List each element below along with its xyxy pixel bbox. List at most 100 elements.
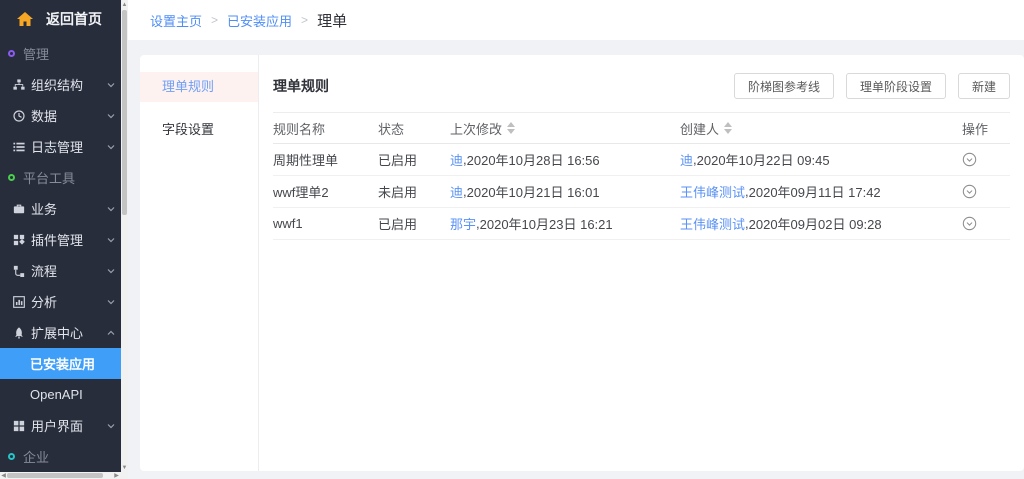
- cell-last-modified: 迪, 2020年10月21日 16:01: [450, 182, 680, 201]
- cell-status: 未启用: [378, 182, 450, 201]
- creator-user-link[interactable]: 王伟峰测试: [680, 214, 745, 233]
- step-chart-reference-line-button[interactable]: 阶梯图参考线: [734, 73, 834, 99]
- sidebar-vertical-scrollbar[interactable]: ▲ ▼: [121, 0, 128, 472]
- breadcrumb-current: 理单: [317, 10, 347, 31]
- lidan-stage-settings-button[interactable]: 理单阶段设置: [846, 73, 946, 99]
- sidebar-item-extension-center[interactable]: 扩展中心: [0, 317, 121, 348]
- content-card: 理单规则 字段设置 理单规则 阶梯图参考线 理单阶段设置 新建: [140, 55, 1024, 471]
- cell-rule-name: 周期性理单: [273, 150, 378, 169]
- creator-user-link[interactable]: 王伟峰测试: [680, 182, 745, 201]
- sidebar-section-label: 企业: [23, 447, 49, 466]
- chevron-down-icon: [107, 268, 115, 273]
- org-icon: [13, 79, 25, 91]
- sidebar-item-label: 数据: [31, 106, 57, 125]
- column-header-creator: 创建人: [680, 119, 962, 138]
- breadcrumb-link-installed-apps[interactable]: 已安装应用: [227, 11, 292, 30]
- sidebar-subitem-installed-apps[interactable]: 已安装应用: [0, 348, 121, 379]
- sidebar-item-log-management[interactable]: 日志管理: [0, 131, 121, 162]
- sidebar-scroll-region: 返回首页 管理 组织结构 数据: [0, 0, 128, 472]
- sort-toggle-icon[interactable]: [724, 122, 732, 134]
- breadcrumb: 设置主页 > 已安装应用 > 理单: [128, 0, 1024, 40]
- table-row: 周期性理单 已启用 迪, 2020年10月28日 16:56 迪, 2020年1…: [273, 144, 1010, 176]
- table-row: wwf1 已启用 那宇, 2020年10月23日 16:21 王伟峰测试, 20…: [273, 208, 1010, 240]
- down-circle-icon[interactable]: [962, 184, 977, 199]
- panel-title: 理单规则: [273, 76, 329, 96]
- sidebar-section-label: 平台工具: [23, 168, 75, 187]
- down-circle-icon[interactable]: [962, 152, 977, 167]
- sidebar-item-user-interface[interactable]: 用户界面: [0, 410, 121, 441]
- sidebar-subitem-openapi[interactable]: OpenAPI: [0, 379, 121, 410]
- submenu-item-field-settings[interactable]: 字段设置: [140, 115, 258, 145]
- scroll-left-arrow-icon[interactable]: ◀: [0, 472, 7, 479]
- column-header-actions: 操作: [962, 119, 1010, 138]
- sidebar: 返回首页 管理 组织结构 数据: [0, 0, 128, 479]
- settings-submenu: 理单规则 字段设置: [140, 55, 259, 471]
- sidebar-section-label: 管理: [23, 44, 49, 63]
- sidebar-item-analysis[interactable]: 分析: [0, 286, 121, 317]
- content-background: 理单规则 字段设置 理单规则 阶梯图参考线 理单阶段设置 新建: [128, 40, 1024, 479]
- sidebar-subitem-label: OpenAPI: [30, 387, 83, 402]
- sidebar-item-plugin-management[interactable]: 插件管理: [0, 224, 121, 255]
- flow-icon: [13, 265, 25, 277]
- sidebar-item-label: 组织结构: [31, 75, 83, 94]
- created-date: 2020年09月11日 17:42: [749, 182, 881, 201]
- breadcrumb-link-settings-home[interactable]: 设置主页: [150, 11, 202, 30]
- analysis-icon: [13, 296, 25, 308]
- sidebar-item-org-structure[interactable]: 组织结构: [0, 69, 121, 100]
- sidebar-item-label: 插件管理: [31, 230, 83, 249]
- cell-status: 已启用: [378, 150, 450, 169]
- cell-actions: [962, 152, 1010, 167]
- modified-by-user-link[interactable]: 那宇: [450, 214, 476, 233]
- sort-toggle-icon[interactable]: [507, 122, 515, 134]
- sidebar-item-label: 扩展中心: [31, 323, 83, 342]
- plugin-icon: [13, 234, 25, 246]
- sidebar-horizontal-scrollbar[interactable]: ◀ ▶: [0, 472, 128, 479]
- sidebar-section-manage: 管理: [0, 38, 121, 69]
- cell-rule-name: wwf1: [273, 216, 378, 231]
- sidebar-item-home[interactable]: 返回首页: [0, 0, 121, 38]
- sidebar-item-label: 用户界面: [31, 416, 83, 435]
- cell-creator: 王伟峰测试, 2020年09月11日 17:42: [680, 182, 962, 201]
- modified-date: 2020年10月23日 16:21: [480, 214, 613, 233]
- breadcrumb-separator: >: [211, 13, 218, 27]
- sidebar-item-data[interactable]: 数据: [0, 100, 121, 131]
- created-date: 2020年10月22日 09:45: [697, 150, 830, 169]
- scroll-up-arrow-icon[interactable]: ▲: [121, 0, 128, 9]
- sidebar-item-label: 分析: [31, 292, 57, 311]
- creator-user-link[interactable]: 迪: [680, 150, 693, 169]
- ui-icon: [13, 420, 25, 432]
- sidebar-subitem-label: 已安装应用: [30, 354, 95, 373]
- app-window: 返回首页 管理 组织结构 数据: [0, 0, 1024, 479]
- chevron-down-icon: [107, 206, 115, 211]
- cell-actions: [962, 184, 1010, 199]
- chevron-down-icon: [107, 237, 115, 242]
- down-circle-icon[interactable]: [962, 216, 977, 231]
- section-ring-icon: [8, 453, 15, 460]
- modified-by-user-link[interactable]: 迪: [450, 150, 463, 169]
- sidebar-item-label: 业务: [31, 199, 57, 218]
- modified-by-user-link[interactable]: 迪: [450, 182, 463, 201]
- sidebar-section-enterprise: 企业: [0, 441, 121, 472]
- business-icon: [13, 203, 25, 215]
- scroll-down-arrow-icon[interactable]: ▼: [121, 463, 128, 472]
- sidebar-home-label: 返回首页: [46, 9, 102, 29]
- submenu-item-lidan-rules[interactable]: 理单规则: [140, 72, 258, 102]
- horizontal-scroll-thumb[interactable]: [7, 473, 103, 478]
- modified-date: 2020年10月28日 16:56: [467, 150, 600, 169]
- rules-table: 规则名称 状态 上次修改 创建人 操作: [273, 112, 1010, 240]
- cell-last-modified: 那宇, 2020年10月23日 16:21: [450, 214, 680, 233]
- scroll-right-arrow-icon[interactable]: ▶: [113, 472, 120, 479]
- table-header-row: 规则名称 状态 上次修改 创建人 操作: [273, 112, 1010, 144]
- panel-toolbar: 理单规则 阶梯图参考线 理单阶段设置 新建: [273, 73, 1010, 99]
- log-icon: [13, 141, 25, 153]
- vertical-scroll-thumb[interactable]: [122, 10, 127, 215]
- column-header-rule-name: 规则名称: [273, 119, 378, 138]
- cell-actions: [962, 216, 1010, 231]
- sidebar-nav: 返回首页 管理 组织结构 数据: [0, 0, 121, 472]
- sidebar-item-workflow[interactable]: 流程: [0, 255, 121, 286]
- column-header-last-modified: 上次修改: [450, 119, 680, 138]
- create-new-button[interactable]: 新建: [958, 73, 1010, 99]
- sidebar-item-business[interactable]: 业务: [0, 193, 121, 224]
- modified-date: 2020年10月21日 16:01: [467, 182, 600, 201]
- cell-status: 已启用: [378, 214, 450, 233]
